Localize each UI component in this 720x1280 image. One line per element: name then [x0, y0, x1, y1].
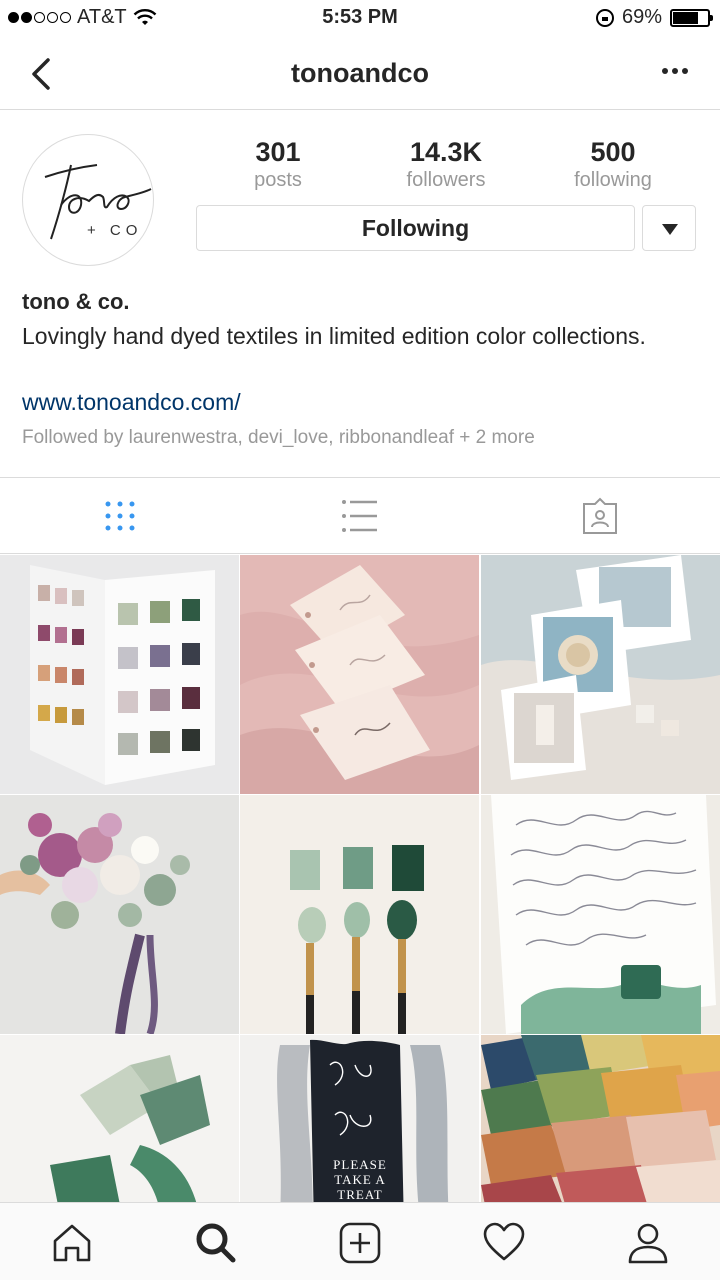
profile-name: tono & co.	[22, 289, 130, 314]
posts-label: posts	[254, 169, 302, 191]
calligraphy-note-photo	[481, 795, 720, 1034]
nav-home-button[interactable]	[0, 1203, 144, 1280]
following-label: following	[574, 169, 652, 191]
fabric-stack-photo	[481, 1035, 720, 1205]
nav-bar: tonoandco	[0, 38, 720, 110]
bouquet-photo	[0, 795, 239, 1034]
followers-count[interactable]: 14.3K followers	[371, 137, 521, 192]
post-thumbnail[interactable]	[240, 555, 479, 794]
add-post-icon	[339, 1222, 381, 1264]
profile-bio: Lovingly hand dyed textiles in limited e…	[22, 323, 646, 349]
enjoy-tags-photo	[240, 555, 479, 794]
followed-by-text[interactable]: Followed by laurenwestra, devi_love, rib…	[22, 427, 535, 449]
post-thumbnail[interactable]	[0, 555, 239, 794]
orientation-lock-icon	[595, 8, 614, 27]
profile-view-tabs	[0, 477, 720, 554]
tab-list[interactable]	[240, 478, 480, 554]
tab-grid[interactable]	[0, 478, 240, 554]
search-icon	[196, 1223, 236, 1263]
tono-logo: + CO	[44, 164, 152, 240]
swatches-brushes-photo	[240, 795, 479, 1034]
page-title: tonoandco	[291, 58, 429, 88]
color-card-photo	[0, 555, 239, 794]
post-thumbnail[interactable]	[481, 795, 720, 1034]
more-options-button[interactable]	[660, 56, 690, 86]
home-icon	[53, 1224, 91, 1262]
following-button[interactable]: Following	[196, 205, 635, 251]
posts-count[interactable]: 301 posts	[203, 137, 353, 192]
profile-website-link[interactable]: www.tonoandco.com/	[22, 389, 241, 416]
battery-group: 69%	[595, 6, 713, 29]
followers-label: followers	[406, 169, 486, 191]
nav-activity-button[interactable]	[432, 1203, 576, 1280]
green-ribbons-photo	[0, 1035, 239, 1205]
ellipsis-icon	[662, 68, 688, 74]
battery-icon	[670, 8, 713, 27]
tab-tagged[interactable]	[480, 478, 720, 554]
followers-value: 14.3K	[409, 137, 483, 167]
photo-grid: PLEASE TAKE A TREAT	[0, 555, 720, 1205]
photo-caption-text: PLEASE TAKE A TREAT	[333, 1157, 387, 1202]
heart-icon	[483, 1222, 525, 1261]
suggested-accounts-button[interactable]	[642, 205, 696, 251]
nav-new-post-button[interactable]	[288, 1203, 432, 1280]
battery-percent: 69%	[621, 6, 662, 28]
caret-down-icon	[662, 224, 678, 235]
post-thumbnail[interactable]	[481, 555, 720, 794]
posts-value: 301	[255, 137, 301, 167]
post-thumbnail[interactable]: PLEASE TAKE A TREAT	[240, 1035, 479, 1205]
tagged-photos-icon	[583, 497, 617, 534]
photos-on-linen-photo	[481, 555, 720, 794]
status-bar: AT&T 5:53 PM 69%	[0, 0, 720, 38]
grid-icon	[105, 501, 135, 531]
nav-profile-button[interactable]	[576, 1203, 720, 1280]
svg-text:+ CO: + CO	[87, 222, 142, 239]
bottom-nav-bar	[0, 1202, 720, 1280]
post-thumbnail[interactable]	[0, 1035, 239, 1205]
post-thumbnail[interactable]	[0, 795, 239, 1034]
following-count[interactable]: 500 following	[538, 137, 688, 192]
list-icon	[342, 500, 377, 532]
nav-search-button[interactable]	[144, 1203, 288, 1280]
post-thumbnail[interactable]	[481, 1035, 720, 1205]
post-thumbnail[interactable]	[240, 795, 479, 1034]
avatar[interactable]: + CO	[22, 134, 154, 266]
profile-icon	[628, 1223, 668, 1264]
following-value: 500	[590, 137, 636, 167]
